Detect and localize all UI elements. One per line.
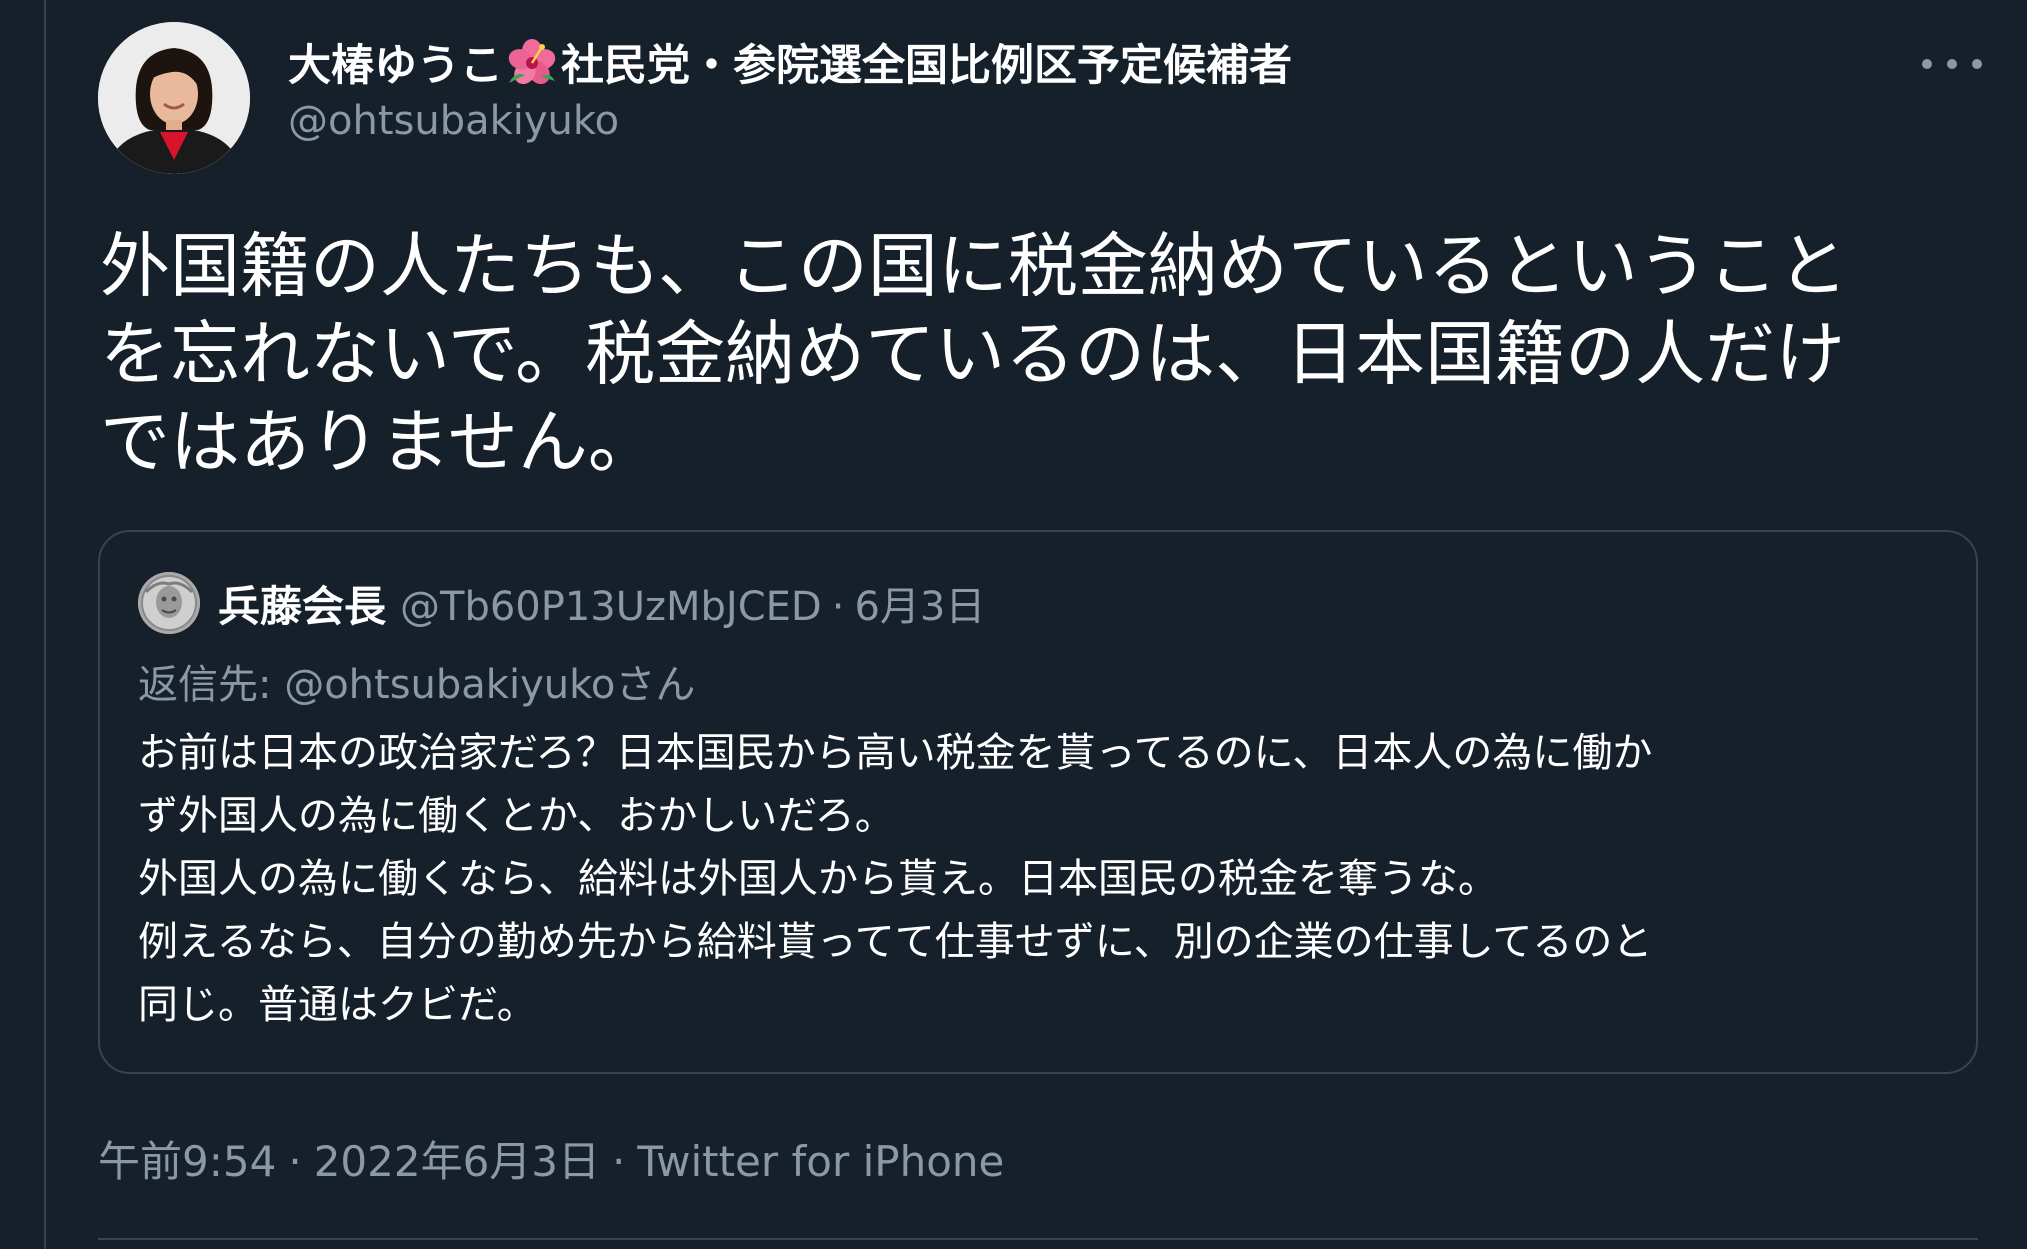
quoted-text-line: 例えるなら、自分の勤め先から給料貰ってて仕事せずに、別の企業の仕事してるのと: [138, 919, 1653, 965]
more-horizontal-icon[interactable]: [1922, 40, 1982, 88]
tweet-timestamp-row: 午前9:54 · 2022年6月3日 · Twitter for iPhone: [98, 1128, 1004, 1189]
quoted-text-line: 同じ。普通はクビだ。: [138, 982, 537, 1028]
divider: [98, 1238, 1978, 1240]
tweet-source[interactable]: Twitter for iPhone: [637, 1137, 1004, 1186]
profile-photo-icon: [138, 572, 200, 634]
reply-to-handle[interactable]: @ohtsubakiyuko: [284, 662, 615, 708]
quoted-tweet-text: お前は日本の政治家だろ？日本国民から高い税金を貰ってるのに、日本人の為に働か ず…: [138, 722, 1948, 1037]
separator: ·: [612, 1137, 626, 1186]
author-name-part2: 社民党・参院選全国比例区予定候補者: [561, 41, 1292, 91]
reply-prefix: 返信先:: [138, 662, 285, 708]
author-handle[interactable]: @ohtsubakiyuko: [288, 98, 619, 144]
author-avatar[interactable]: [98, 22, 250, 174]
quoted-author-avatar[interactable]: [138, 572, 200, 634]
quoted-text-line: ず外国人の為に働くとか、おかしいだろ。: [138, 793, 895, 839]
separator: ·: [288, 1137, 302, 1186]
profile-photo-icon: [98, 22, 250, 174]
column-divider: [44, 0, 46, 1249]
quoted-author-handle[interactable]: @Tb60P13UzMbJCED: [400, 584, 822, 630]
quoted-author-meta: @Tb60P13UzMbJCED · 6月3日: [400, 574, 985, 632]
quoted-text-line: 外国人の為に働くなら、給料は外国人から貰え。日本国民の税金を奪うな。: [138, 856, 1498, 902]
tweet-detail-page: 大椿ゆうこ 社民党・参院選全国比例区予定候補者 @ohtsubakiyuko 外…: [0, 0, 2027, 1249]
quoted-tweet-header: 兵藤会長 @Tb60P13UzMbJCED · 6月3日: [218, 572, 985, 634]
quoted-tweet-card[interactable]: 兵藤会長 @Tb60P13UzMbJCED · 6月3日 返信先: @ohtsuba…: [98, 530, 1978, 1074]
quoted-author-name[interactable]: 兵藤会長: [218, 573, 386, 634]
hibiscus-icon: [505, 35, 559, 89]
dot: [1922, 59, 1932, 69]
tweet-date[interactable]: 2022年6月3日: [314, 1137, 600, 1186]
reply-to-line: 返信先: @ohtsubakiyukoさん: [138, 652, 695, 710]
tweet-time[interactable]: 午前9:54: [98, 1137, 276, 1186]
tweet-text: 外国籍の人たちも、この国に税金納めているということ を忘れないで。税金納めている…: [100, 222, 1960, 486]
author-name-part1: 大椿ゆうこ: [288, 41, 503, 91]
reply-suffix: さん: [615, 662, 696, 708]
quoted-text-line: お前は日本の政治家だろ？日本国民から高い税金を貰ってるのに、日本人の為に働か: [138, 730, 1653, 776]
tweet-text-line: を忘れないで。税金納めているのは、日本国籍の人だけ: [100, 313, 1846, 395]
quoted-tweet-date[interactable]: 6月3日: [854, 584, 985, 630]
dot: [1947, 59, 1957, 69]
author-display-name[interactable]: 大椿ゆうこ 社民党・参院選全国比例区予定候補者: [288, 32, 1292, 92]
dot: [1972, 59, 1982, 69]
separator: ·: [831, 584, 845, 630]
tweet-text-line: ではありません。: [100, 401, 658, 483]
tweet-text-line: 外国籍の人たちも、この国に税金納めているということ: [100, 225, 1848, 307]
